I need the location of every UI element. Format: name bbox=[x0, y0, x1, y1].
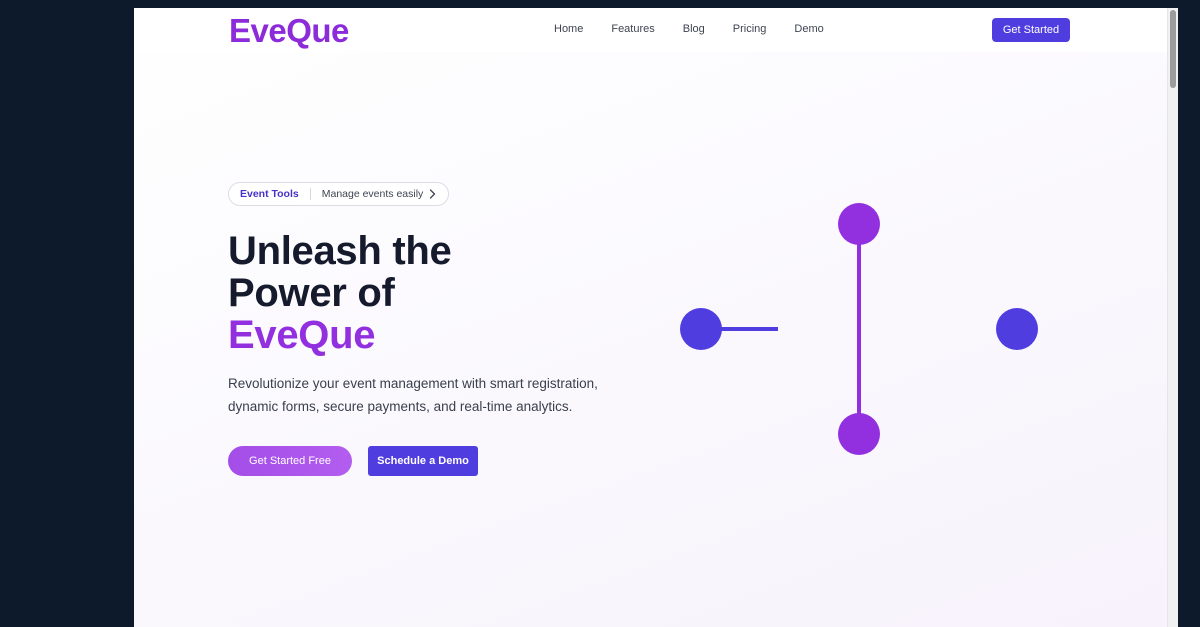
nav-links: Home Features Blog Pricing Demo bbox=[554, 23, 852, 35]
event-tools-badge[interactable]: Event Tools Manage events easily bbox=[228, 182, 450, 206]
get-started-free-button[interactable]: Get Started Free bbox=[228, 446, 352, 476]
brand-logo[interactable]: EveQue bbox=[229, 12, 349, 50]
nav-link-demo[interactable]: Demo bbox=[794, 23, 823, 35]
node-right bbox=[996, 308, 1038, 350]
node-bottom bbox=[838, 413, 880, 455]
hero-title: Unleash the Power of EveQue bbox=[228, 229, 452, 357]
nav-link-pricing[interactable]: Pricing bbox=[733, 23, 767, 35]
schedule-demo-button[interactable]: Schedule a Demo bbox=[368, 446, 478, 476]
node-left bbox=[680, 308, 722, 350]
hero-title-line-2: Power of bbox=[228, 271, 395, 315]
network-illustration bbox=[680, 203, 1038, 455]
badge-divider bbox=[309, 188, 311, 200]
hero-title-accent: EveQue bbox=[228, 313, 376, 357]
scrollbar-thumb[interactable] bbox=[1170, 10, 1176, 88]
nav-link-home[interactable]: Home bbox=[554, 23, 583, 35]
hero-title-line-1: Unleash the bbox=[228, 229, 452, 273]
nav-link-features[interactable]: Features bbox=[611, 23, 654, 35]
badge-tag: Event Tools bbox=[240, 188, 299, 200]
get-started-button[interactable]: Get Started bbox=[992, 18, 1070, 42]
scrollbar[interactable] bbox=[1167, 8, 1178, 627]
nav-link-blog[interactable]: Blog bbox=[683, 23, 705, 35]
browser-viewport: EveQue Home Features Blog Pricing Demo G… bbox=[134, 8, 1178, 627]
node-top bbox=[838, 203, 880, 245]
badge-text: Manage events easily bbox=[321, 188, 424, 200]
hero-subtitle: Revolutionize your event management with… bbox=[228, 376, 598, 414]
chevron-right-icon bbox=[429, 189, 436, 199]
navbar: EveQue Home Features Blog Pricing Demo G… bbox=[134, 8, 1168, 52]
